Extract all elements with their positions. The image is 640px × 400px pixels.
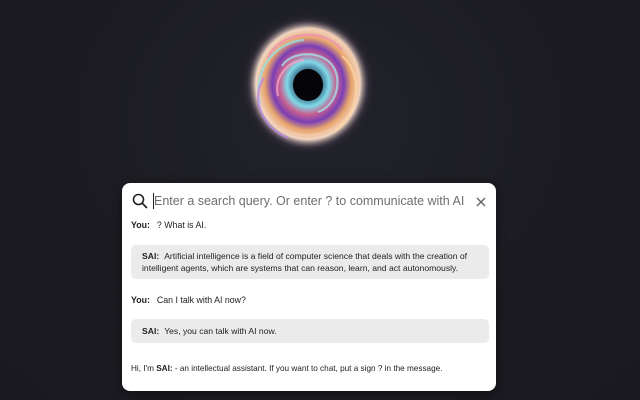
user-message: You: ? What is AI. (131, 220, 206, 230)
message-text: Yes, you can talk with AI now. (164, 326, 277, 336)
speaker-label: You: (131, 220, 150, 230)
intro-suffix: - an intellectual assistant. If you want… (172, 364, 443, 373)
ai-message: SAI: Yes, you can talk with AI now. (131, 319, 489, 343)
assistant-intro: Hi, I'm SAI: - an intellectual assistant… (131, 364, 442, 373)
speaker-label: You: (131, 295, 150, 305)
speaker-label: SAI: (142, 251, 160, 261)
message-text: Artificial intelligence is a field of co… (142, 251, 468, 273)
user-message: You: Can I talk with AI now? (131, 295, 246, 305)
speaker-label: SAI: (142, 326, 160, 336)
search-icon[interactable] (132, 193, 148, 209)
search-bar (122, 183, 496, 219)
message-text: Can I talk with AI now? (156, 295, 246, 305)
search-chat-panel: You:? What is AI. SAI:Artificial intelli… (122, 183, 496, 391)
intro-prefix: Hi, I'm (131, 364, 157, 373)
message-text: ? What is AI. (156, 220, 207, 230)
swirl-orb-logo (238, 8, 378, 158)
ai-message: SAI: Artificial intelligence is a field o… (131, 245, 489, 279)
app-background: You:? What is AI. SAI:Artificial intelli… (0, 0, 640, 400)
search-input[interactable] (154, 191, 464, 211)
close-icon[interactable] (475, 195, 487, 207)
intro-name: SAI: (156, 364, 173, 373)
